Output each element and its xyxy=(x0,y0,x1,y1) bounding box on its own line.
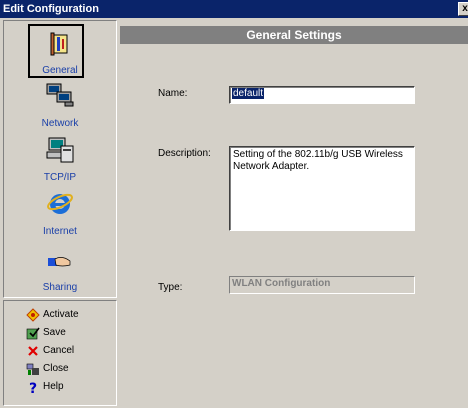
save-label: Save xyxy=(43,327,66,338)
nav-item-label: Sharing xyxy=(42,282,78,293)
description-field[interactable]: Setting of the 802.11b/g USB Wireless Ne… xyxy=(229,146,415,231)
nav-item-label: General xyxy=(42,65,78,76)
close-label: Close xyxy=(43,363,69,374)
network-icon xyxy=(46,83,74,107)
general-icon xyxy=(50,32,68,56)
nav-panel: General Network TCP/IP Internet Sharing xyxy=(3,20,117,298)
type-field: WLAN Configuration xyxy=(229,276,415,294)
nav-item-internet[interactable]: Internet xyxy=(4,187,116,239)
description-label: Description: xyxy=(158,148,211,159)
settings-panel: General Settings Name: default Descripti… xyxy=(120,20,468,406)
nav-item-label: Internet xyxy=(43,226,77,237)
action-panel: Activate Save Cancel Close ? Help xyxy=(3,300,117,406)
activate-button[interactable]: Activate xyxy=(26,307,114,325)
close-icon xyxy=(26,363,39,375)
window-title: Edit Configuration xyxy=(3,3,99,15)
internet-icon xyxy=(47,193,73,214)
nav-item-label: TCP/IP xyxy=(43,172,77,183)
window-close-button[interactable]: x xyxy=(458,2,468,16)
dialog-frame: General Network TCP/IP Internet Sharing … xyxy=(0,18,468,408)
help-icon: ? xyxy=(29,381,37,394)
close-button[interactable]: Close xyxy=(26,361,114,379)
window-titlebar: Edit Configuration x xyxy=(0,0,468,18)
name-label: Name: xyxy=(158,88,188,99)
nav-item-sharing[interactable]: Sharing xyxy=(4,243,116,295)
name-field[interactable]: default xyxy=(229,86,415,104)
type-label: Type: xyxy=(158,282,183,293)
cancel-label: Cancel xyxy=(43,345,75,356)
cancel-icon xyxy=(28,346,38,356)
nav-item-tcpip[interactable]: TCP/IP xyxy=(4,133,116,185)
nav-item-general[interactable]: General xyxy=(4,23,116,79)
activate-label: Activate xyxy=(43,309,79,320)
tcpip-icon xyxy=(46,137,74,163)
name-value: default xyxy=(232,88,265,99)
help-label: Help xyxy=(43,381,64,392)
save-icon xyxy=(26,327,40,340)
help-button[interactable]: ? Help xyxy=(26,379,114,397)
activate-icon xyxy=(26,308,40,322)
nav-item-network[interactable]: Network xyxy=(4,79,116,131)
sharing-icon xyxy=(48,257,71,267)
panel-header: General Settings xyxy=(120,26,468,44)
svg-text:?: ? xyxy=(29,381,37,394)
save-button[interactable]: Save xyxy=(26,325,114,343)
cancel-button[interactable]: Cancel xyxy=(26,343,114,361)
nav-item-label: Network xyxy=(41,118,79,129)
